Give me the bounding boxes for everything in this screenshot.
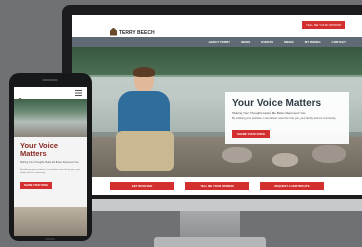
rock xyxy=(272,153,298,167)
monitor-chin xyxy=(62,199,362,211)
nav-events[interactable]: EVENTS xyxy=(261,37,273,47)
hero-title: Your Voice Matters xyxy=(232,98,322,109)
monitor-base xyxy=(154,237,266,247)
nav-about[interactable]: ABOUT TERRY xyxy=(209,37,231,47)
mobile-hero-subtitle: Sharing Your Thoughts Helps Me Better Re… xyxy=(20,161,80,164)
hamburger-menu-icon[interactable] xyxy=(75,90,82,96)
desktop-header: TERRY BEECH MEMBER OF PARLIAMENT TELL ME… xyxy=(72,15,362,42)
main-nav: ABOUT TERRY NEWS EVENTS MEDIA MY RIDING … xyxy=(72,37,362,47)
desktop-screen: TERRY BEECH MEMBER OF PARLIAMENT TELL ME… xyxy=(72,15,362,195)
person-shirt xyxy=(118,91,170,135)
request-certificate-button[interactable]: REQUEST A CERTIFICATE xyxy=(260,182,324,190)
hero-image: Your Voice Matters Sharing Your Thoughts… xyxy=(72,47,362,177)
mobile-hero-body: By outlining your priorities, I can deli… xyxy=(20,169,81,174)
mobile-hero-content: Your Voice Matters Sharing Your Thoughts… xyxy=(14,137,87,236)
hero-person xyxy=(110,67,180,177)
rock xyxy=(222,147,252,163)
hero-card: Your Voice Matters Sharing Your Thoughts… xyxy=(225,92,349,144)
person-pants xyxy=(116,131,174,171)
phone-speaker xyxy=(42,79,58,81)
nav-contact[interactable]: CONTACT xyxy=(332,37,346,47)
action-strip: GET INVOLVED TELL ME YOUR OPINION REQUES… xyxy=(72,177,362,195)
mobile-phone: TERRY BEECH MEMBER OF PARLIAMENT Your Vo… xyxy=(9,73,92,241)
opinion-cta-button[interactable]: TELL ME YOUR OPINION xyxy=(302,21,346,29)
mobile-screen: TERRY BEECH MEMBER OF PARLIAMENT Your Vo… xyxy=(14,87,87,236)
share-voice-button[interactable]: SHARE YOUR VOICE xyxy=(232,130,271,138)
hero-body: By outlining your priorities, I can deli… xyxy=(232,117,337,120)
desktop-monitor: TERRY BEECH MEMBER OF PARLIAMENT TELL ME… xyxy=(62,5,362,247)
nav-news[interactable]: NEWS xyxy=(241,37,250,47)
tell-opinion-button[interactable]: TELL ME YOUR OPINION xyxy=(185,182,249,190)
person-hair xyxy=(133,67,155,77)
mobile-hero-image xyxy=(14,99,87,137)
mobile-rocks-image xyxy=(14,207,87,236)
mobile-header: TERRY BEECH MEMBER OF PARLIAMENT xyxy=(14,87,87,109)
hero-subtitle: Sharing Your Thoughts Helps Me Better Re… xyxy=(232,111,307,115)
rock xyxy=(312,145,346,163)
nav-media[interactable]: MEDIA xyxy=(284,37,294,47)
get-involved-button[interactable]: GET INVOLVED xyxy=(110,182,174,190)
logo-icon xyxy=(110,27,117,36)
mobile-hero-title: Your Voice Matters xyxy=(20,141,59,158)
phone-home-indicator xyxy=(45,238,55,240)
logo-name: TERRY BEECH xyxy=(119,30,155,36)
mobile-share-voice-button[interactable]: SHARE YOUR VOICE xyxy=(20,182,52,189)
nav-my-riding[interactable]: MY RIDING xyxy=(305,37,321,47)
